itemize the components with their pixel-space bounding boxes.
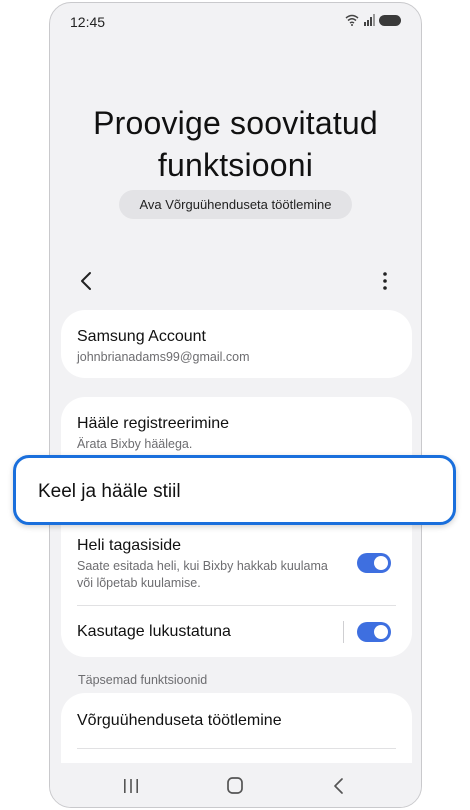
page-title-line-2: funktsiooni: [157, 147, 314, 183]
page-title-line-1: Proovige soovitatud: [93, 105, 378, 141]
home-icon[interactable]: [223, 775, 247, 797]
language-voice-style-label: Keel ja hääle stiil: [38, 481, 181, 502]
nav-back-icon[interactable]: [327, 775, 351, 797]
language-voice-style-item[interactable]: Keel ja hääle stiil: [13, 455, 456, 525]
sound-feedback-toggle[interactable]: [357, 553, 391, 573]
use-locked-title[interactable]: Kasutage lukustatuna: [77, 623, 231, 641]
account-title: Samsung Account: [77, 328, 206, 345]
voice-registration-subtitle: Ärata Bixby häälega.: [77, 437, 193, 451]
navigation-bar: [50, 763, 421, 807]
advanced-section-header: Täpsemad funktsioonid: [78, 673, 208, 687]
battery-icon: [379, 14, 401, 26]
more-options-icon[interactable]: [377, 269, 393, 293]
divider: [77, 605, 396, 606]
account-email: johnbrianadams99@gmail.com: [77, 350, 250, 364]
page-title: Proovige soovitatud funktsiooni: [50, 102, 421, 186]
phone-screen: 12:45 Proovige soovitatud funktsiooni Av…: [49, 2, 422, 808]
suggestion-chip[interactable]: Ava Võrguühenduseta töötlemine: [119, 190, 352, 219]
status-time: 12:45: [70, 14, 106, 30]
samsung-account-card[interactable]: Samsung Account johnbrianadams99@gmail.c…: [61, 310, 412, 378]
sound-feedback-title: Heli tagasiside: [77, 537, 182, 554]
back-arrow-icon[interactable]: [74, 267, 100, 295]
wifi-icon: [345, 14, 359, 26]
sound-feedback-subtitle: Saate esitada heli, kui Bixby hakkab kuu…: [77, 559, 328, 590]
status-icons: [345, 14, 401, 26]
use-locked-toggle[interactable]: [357, 622, 391, 642]
voice-settings-card: Hääle registreerimine Ärata Bixby hääleg…: [61, 397, 412, 657]
divider: [77, 748, 396, 749]
signal-icon: [364, 14, 375, 26]
offline-processing-title: Võrguühenduseta töötlemine: [77, 712, 282, 729]
voice-registration-title: Hääle registreerimine: [77, 415, 230, 432]
vertical-divider: [343, 621, 344, 643]
status-bar: 12:45: [50, 3, 421, 43]
recents-icon[interactable]: [119, 775, 143, 797]
